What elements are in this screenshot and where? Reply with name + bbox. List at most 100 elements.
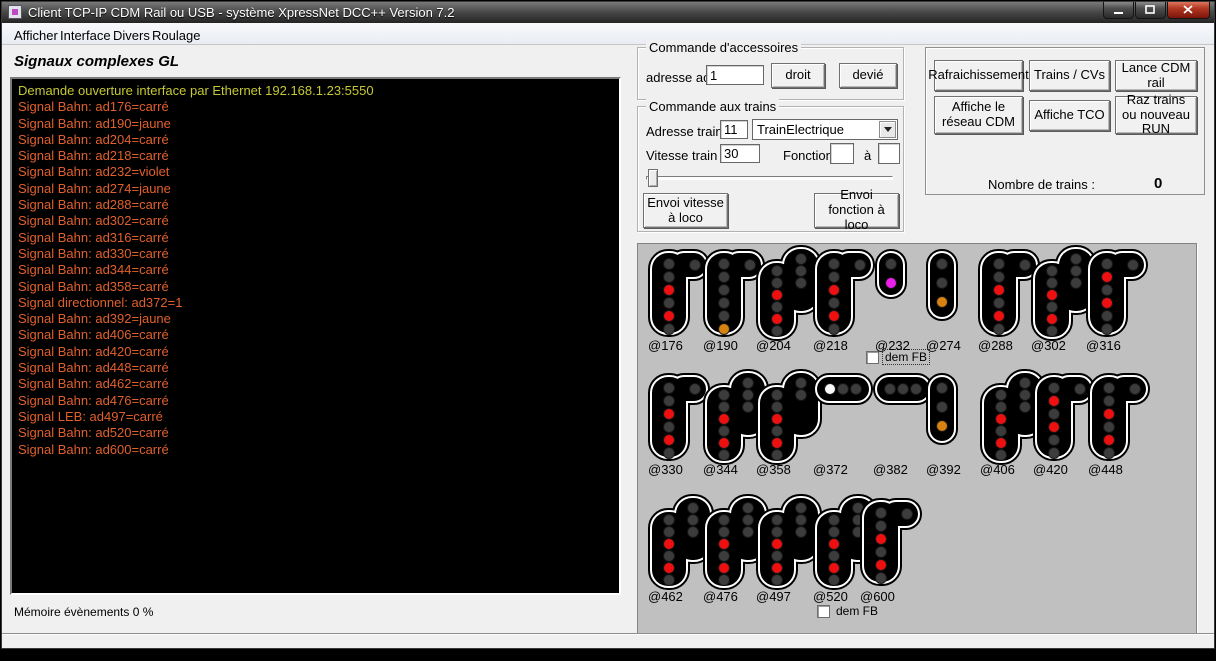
signal-address-label: @600 xyxy=(860,589,920,604)
signal-190[interactable] xyxy=(706,252,762,334)
signal-address-label: @476 xyxy=(703,589,763,604)
console-line: Demande ouverture interface par Ethernet… xyxy=(18,83,613,99)
launch-cdm-button[interactable]: Lance CDM rail xyxy=(1115,60,1197,91)
window-title: Client TCP-IP CDM Rail ou USB - système … xyxy=(28,5,455,20)
menu-afficher[interactable]: Afficher xyxy=(10,26,62,45)
diverted-button[interactable]: devié xyxy=(839,63,897,88)
console-line: Signal Bahn: ad288=carré xyxy=(18,197,613,213)
console-line: Signal Bahn: ad420=carré xyxy=(18,344,613,360)
signal-600[interactable] xyxy=(863,501,919,583)
console-line: Signal Bahn: ad462=carré xyxy=(18,376,613,392)
console-line: Signal Bahn: ad392=jaune xyxy=(18,311,613,327)
signal-392[interactable] xyxy=(929,376,955,442)
train-address-label: Adresse train : xyxy=(646,124,730,139)
console-line: Signal Bahn: ad448=carré xyxy=(18,360,613,376)
minimize-button[interactable] xyxy=(1103,2,1134,19)
signal-274[interactable] xyxy=(929,252,955,318)
signal-address-label: @204 xyxy=(756,338,816,353)
trains-cvs-button[interactable]: Trains / CVs xyxy=(1029,60,1110,91)
memory-status: Mémoire évènements 0 % xyxy=(14,605,153,619)
signal-420[interactable] xyxy=(1036,376,1092,458)
menu-roulage[interactable]: Roulage xyxy=(148,26,204,45)
speed-slider[interactable] xyxy=(646,169,893,187)
console-line: Signal directionnel: ad372=1 xyxy=(18,295,613,311)
console-line: Signal Bahn: ad406=carré xyxy=(18,327,613,343)
signal-358[interactable] xyxy=(759,372,819,462)
train-select[interactable]: TrainElectrique xyxy=(752,119,898,140)
signal-address-label: @420 xyxy=(1033,462,1093,477)
console-line: Signal Bahn: ad476=carré xyxy=(18,393,613,409)
signal-218[interactable] xyxy=(816,252,872,334)
window-bottom-divider xyxy=(2,633,1214,635)
console-line: Signal Bahn: ad358=carré xyxy=(18,279,613,295)
signal-address-label: @392 xyxy=(926,462,986,477)
dem-fb-checkbox[interactable] xyxy=(817,605,830,618)
refresh-button[interactable]: Rafraichissement xyxy=(934,60,1023,91)
signal-232[interactable] xyxy=(878,252,904,296)
console-line: Signal Bahn: ad232=violet xyxy=(18,164,613,180)
accessory-group-title: Commande d'accessoires xyxy=(646,40,801,55)
accessory-address-input[interactable] xyxy=(706,65,764,85)
console-line: Signal Bahn: ad344=carré xyxy=(18,262,613,278)
signal-address-label: @372 xyxy=(813,462,873,477)
signal-448[interactable] xyxy=(1091,376,1147,458)
raz-trains-button[interactable]: Raz trains ou nouveau RUN xyxy=(1115,96,1197,134)
signal-address-label: @448 xyxy=(1088,462,1148,477)
console-line: Signal Bahn: ad204=carré xyxy=(18,132,613,148)
signal-address-label: @344 xyxy=(703,462,763,477)
signal-204[interactable] xyxy=(759,248,819,338)
signal-address-label: @462 xyxy=(648,589,708,604)
console-line: Signal Bahn: ad176=carré xyxy=(18,99,613,115)
page-title: Signaux complexes GL xyxy=(14,53,179,70)
show-tco-button[interactable]: Affiche TCO xyxy=(1029,100,1110,131)
console-line: Signal Bahn: ad520=carré xyxy=(18,425,613,441)
console-line: Signal Bahn: ad316=carré xyxy=(18,230,613,246)
signal-302[interactable] xyxy=(1034,248,1094,338)
signal-497[interactable] xyxy=(759,497,819,587)
signal-176[interactable] xyxy=(651,252,707,334)
send-speed-button[interactable]: Envoi vitesse à loco xyxy=(643,193,728,228)
signal-address-label: @288 xyxy=(978,338,1038,353)
console-line: Signal Bahn: ad274=jaune xyxy=(18,181,613,197)
speed-slider-groove xyxy=(646,176,893,180)
signal-372[interactable] xyxy=(816,376,870,402)
console-line: Signal LEB: ad497=carré xyxy=(18,409,613,425)
menu-bar: Afficher Interface Divers Roulage xyxy=(2,23,1214,45)
function-label: Fonction: xyxy=(783,148,836,163)
signal-address-label: @190 xyxy=(703,338,763,353)
signal-382[interactable] xyxy=(876,376,930,402)
send-function-button[interactable]: Envoi fonction à loco xyxy=(814,193,899,228)
train-count-value: 0 xyxy=(1154,175,1162,192)
chevron-down-icon[interactable] xyxy=(879,121,896,138)
function-from-input[interactable] xyxy=(830,143,854,164)
signal-address-label: @358 xyxy=(756,462,816,477)
maximize-button[interactable] xyxy=(1135,2,1166,19)
speed-slider-thumb[interactable] xyxy=(648,169,658,187)
app-window: Client TCP-IP CDM Rail ou USB - système … xyxy=(2,2,1214,648)
signal-462[interactable] xyxy=(651,497,711,587)
control-panel: Rafraichissement Trains / CVs Lance CDM … xyxy=(925,47,1205,195)
title-bar: Client TCP-IP CDM Rail ou USB - système … xyxy=(2,2,1214,23)
to-label: à xyxy=(864,148,871,163)
signal-address-label: @274 xyxy=(926,338,986,353)
train-address-input[interactable] xyxy=(720,120,748,139)
show-network-button[interactable]: Affiche le réseau CDM xyxy=(934,96,1023,134)
signal-address-label: @218 xyxy=(813,338,873,353)
speed-input[interactable] xyxy=(720,144,760,163)
train-group-title: Commande aux trains xyxy=(646,99,779,114)
signal-316[interactable] xyxy=(1089,252,1145,334)
signal-address-label: @382 xyxy=(873,462,933,477)
console-line: Signal Bahn: ad302=carré xyxy=(18,213,613,229)
straight-button[interactable]: droit xyxy=(771,63,825,88)
signal-288[interactable] xyxy=(981,252,1037,334)
close-button[interactable] xyxy=(1167,2,1210,19)
signal-address-label: @316 xyxy=(1086,338,1146,353)
console-line: Signal Bahn: ad190=jaune xyxy=(18,116,613,132)
function-to-input[interactable] xyxy=(878,143,900,164)
menu-interface[interactable]: Interface xyxy=(56,26,115,45)
console-line: Signal Bahn: ad330=carré xyxy=(18,246,613,262)
signal-address-label: @406 xyxy=(980,462,1040,477)
window-controls xyxy=(1102,2,1210,19)
signal-330[interactable] xyxy=(651,376,707,458)
signal-address-label: @302 xyxy=(1031,338,1091,353)
